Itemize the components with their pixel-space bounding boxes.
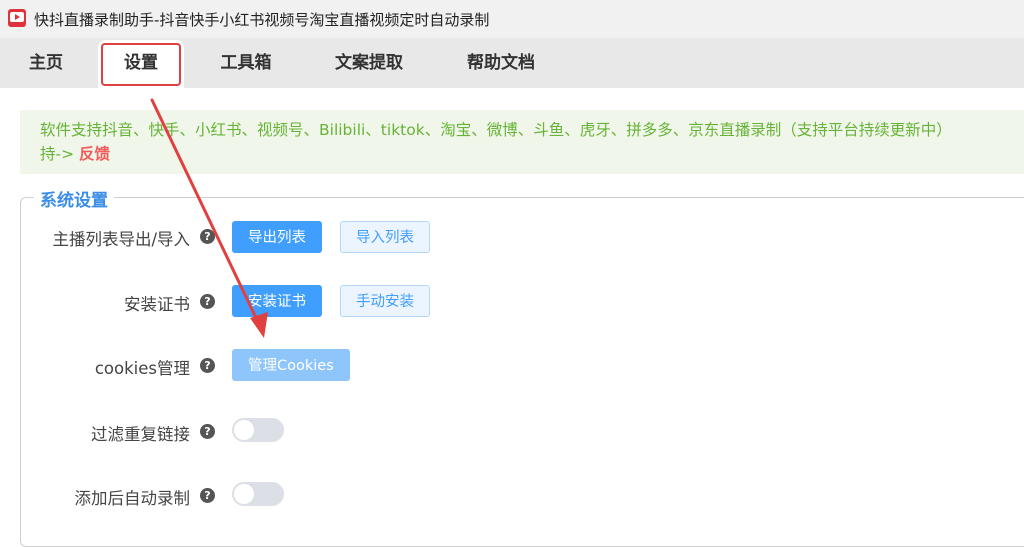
filter-duplicates-toggle[interactable] [232, 418, 284, 442]
tab-help-docs[interactable]: 帮助文档 [450, 38, 552, 88]
export-import-label: 主播列表导出/导入 [52, 230, 190, 249]
help-icon[interactable]: ? [200, 358, 215, 373]
app-logo-icon [8, 9, 26, 27]
export-list-button[interactable]: 导出列表 [232, 221, 322, 253]
tab-settings[interactable]: 设置 [98, 40, 184, 88]
filter-duplicates-label: 过滤重复链接 [91, 425, 190, 444]
manage-cookies-button[interactable]: 管理Cookies [232, 349, 350, 381]
section-title: 系统设置 [34, 186, 114, 211]
import-list-button[interactable]: 导入列表 [340, 221, 430, 253]
toggle-knob [234, 484, 254, 504]
help-icon[interactable]: ? [200, 294, 215, 309]
tab-home[interactable]: 主页 [10, 38, 82, 88]
install-cert-button[interactable]: 安装证书 [232, 285, 322, 317]
cookies-label: cookies管理 [94, 359, 190, 378]
platform-notice: 软件支持抖音、快手、小红书、视频号、Bilibili、tiktok、淘宝、微博、… [20, 110, 1024, 174]
tab-toolbox[interactable]: 工具箱 [200, 38, 292, 88]
notice-text: 软件支持抖音、快手、小红书、视频号、Bilibili、tiktok、淘宝、微博、… [40, 121, 952, 139]
auto-record-label: 添加后自动录制 [74, 489, 191, 508]
window-title: 快抖直播录制助手-抖音快手小红书视频号淘宝直播视频定时自动录制 [34, 11, 490, 29]
title-bar: 快抖直播录制助手-抖音快手小红书视频号淘宝直播视频定时自动录制 [0, 0, 1024, 38]
help-icon[interactable]: ? [200, 424, 215, 439]
tab-copy-extract[interactable]: 文案提取 [318, 38, 420, 88]
help-icon[interactable]: ? [200, 488, 215, 503]
install-cert-label: 安装证书 [124, 295, 190, 314]
manual-install-button[interactable]: 手动安装 [340, 285, 430, 317]
auto-record-toggle[interactable] [232, 482, 284, 506]
tab-bar: 主页 设置 工具箱 文案提取 帮助文档 [0, 38, 1024, 88]
notice-text-cont: 持-> [40, 145, 75, 163]
feedback-link[interactable]: 反馈 [79, 145, 110, 163]
help-icon[interactable]: ? [200, 229, 215, 244]
toggle-knob [234, 420, 254, 440]
